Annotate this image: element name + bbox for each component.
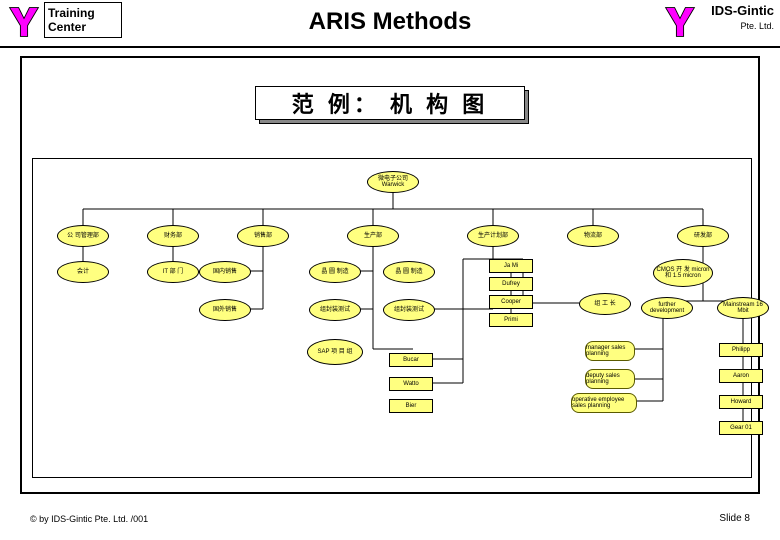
rd-cmos: CMOS 开 发 micron 和 1.5 micron <box>653 259 713 287</box>
sub-it: IT 部 门 <box>147 261 199 283</box>
org-root: 微电子公司 Warwick <box>367 171 419 193</box>
person-philipp: Philipp <box>719 343 763 357</box>
chain-a: 组封装测试 <box>383 299 435 321</box>
role-op-emp: operative employee sales planning <box>571 393 637 413</box>
person-cooper: Cooper <box>489 295 533 309</box>
extra-foreman: 组 工 长 <box>579 293 631 315</box>
subtitle-box: 范 例： 机 构 图 <box>255 86 525 120</box>
dept-logistics: 物流部 <box>567 225 619 247</box>
person-gear: Gear 01 <box>719 421 763 435</box>
person-bier: Bier <box>389 399 433 413</box>
sub-assembly: 组封装测试 <box>309 299 361 321</box>
person-jami: Ja Mi <box>489 259 533 273</box>
dept-rd: 研发部 <box>677 225 729 247</box>
sub-intl-sales: 国外销售 <box>199 299 251 321</box>
dept-sales: 销售部 <box>237 225 289 247</box>
content-frame: 范 例： 机 构 图 <box>20 56 760 494</box>
rd-mainstream: Mainstream 16 Mbit <box>717 297 769 319</box>
dept-mgmt: 公 司管理部 <box>57 225 109 247</box>
dept-production: 生产部 <box>347 225 399 247</box>
person-primi: Primi <box>489 313 533 327</box>
sub-dom-sales: 国内销售 <box>199 261 251 283</box>
role-mgr-sales: manager sales planning <box>585 341 635 361</box>
person-aaron: Aaron <box>719 369 763 383</box>
chain-w: 晶 圆 制造 <box>383 261 435 283</box>
dept-finance: 财务部 <box>147 225 199 247</box>
company-name: IDS-Gintic <box>711 3 774 18</box>
sub-accounting: 会计 <box>57 261 109 283</box>
subtitle-text: 范 例： 机 构 图 <box>255 86 525 120</box>
footer-copyright: © by IDS-Gintic Pte. Ltd. /001 <box>30 514 148 524</box>
org-chart: 微电子公司 Warwick 公 司管理部 财务部 销售部 生产部 生产计划部 物… <box>32 158 752 478</box>
person-watto: Watto <box>389 377 433 391</box>
role-deputy-sales: deputy sales planning <box>585 369 635 389</box>
header: Training Center ARIS Methods IDS-Gintic … <box>0 0 780 48</box>
dept-planning: 生产计划部 <box>467 225 519 247</box>
sub-wafer: 晶 圆 制造 <box>309 261 361 283</box>
rd-further: further development <box>641 297 693 319</box>
label-line2: Center <box>48 20 86 34</box>
sub-sap: SAP 项 目 组 <box>307 339 363 365</box>
person-bucar: Bucar <box>389 353 433 367</box>
training-center-label: Training Center <box>48 6 95 35</box>
label-line1: Training <box>48 6 95 20</box>
page-title: ARIS Methods <box>309 8 472 36</box>
person-howard: Howard <box>719 395 763 409</box>
logo-left-icon <box>6 4 42 40</box>
company-label: IDS-Gintic Pte. Ltd. <box>711 4 774 33</box>
logo-right-icon <box>662 4 698 40</box>
person-dufrey: Dufrey <box>489 277 533 291</box>
slide-number: Slide 8 <box>719 513 750 524</box>
company-sub: Pte. Ltd. <box>740 21 774 31</box>
